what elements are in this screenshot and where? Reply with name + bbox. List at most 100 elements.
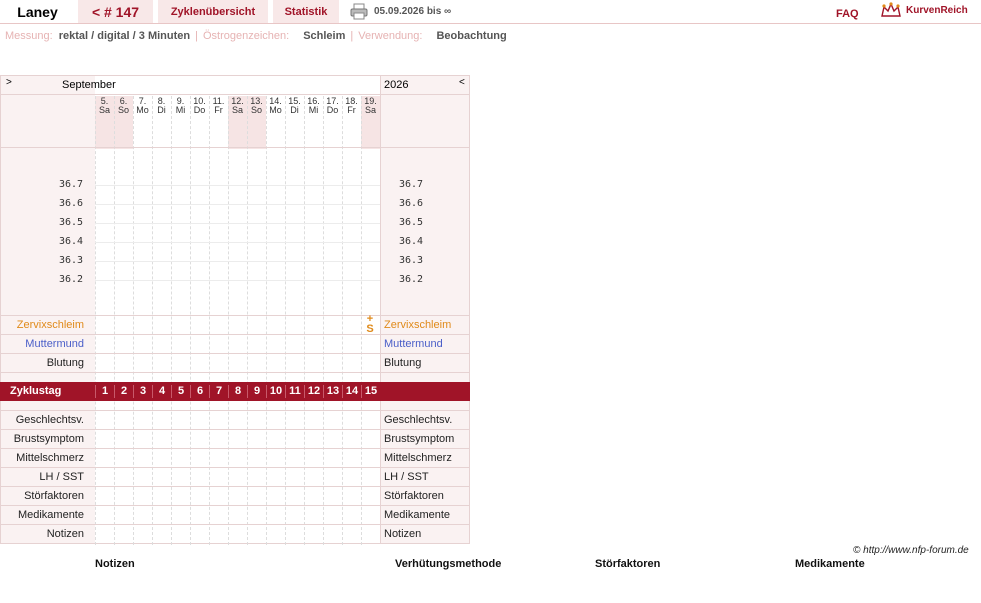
- messung-label: Messung:: [5, 30, 53, 42]
- day-weekday: Sa: [231, 105, 243, 115]
- cycle-day-number: 9: [247, 385, 266, 398]
- day-header[interactable]: 9. Mi: [171, 97, 190, 115]
- cycle-overview-tab[interactable]: Zyklenübersicht: [158, 0, 268, 23]
- verwendung-label: Verwendung:: [358, 30, 423, 42]
- day-divider: [342, 96, 343, 545]
- methode-heading: Verhütungsmethode: [395, 558, 502, 570]
- temp-label: 36.7: [399, 179, 424, 190]
- credit-text: © http://www.nfp-forum.de: [853, 545, 969, 556]
- day-header[interactable]: 10. Do: [190, 97, 209, 115]
- day-weekday: Do: [193, 105, 206, 115]
- day-divider: [171, 96, 172, 545]
- measurement-info: Messung: rektal / digital / 3 Minuten | Öst…: [5, 30, 507, 42]
- day-header[interactable]: 8. Di: [152, 97, 171, 115]
- notizen-heading: Notizen: [95, 558, 135, 570]
- cycle-chart: 5. Sa 6. So 7. Mo 8. Di 9. Mi 10. Do 11. Fr 12. Sa 13. So…: [0, 75, 470, 545]
- prev-month-arrow[interactable]: >: [6, 77, 12, 88]
- day-header[interactable]: 7. Mo: [133, 97, 152, 115]
- day-header[interactable]: 11. Fr: [209, 97, 228, 115]
- temp-label: 36.5: [399, 217, 424, 228]
- temp-label: 36.5: [59, 217, 84, 228]
- day-header[interactable]: 19. Sa: [361, 97, 380, 115]
- day-header[interactable]: 18. Fr: [342, 97, 361, 115]
- day-divider: [361, 96, 362, 545]
- temp-gridline: [95, 204, 380, 205]
- temp-label: 36.2: [399, 274, 424, 285]
- day-header[interactable]: 17. Do: [323, 97, 342, 115]
- muttermund-label-right: Muttermund: [384, 338, 443, 350]
- day-weekday: So: [250, 105, 262, 115]
- day-weekday: Do: [326, 105, 339, 115]
- row-label-right: Störfaktoren: [384, 490, 444, 502]
- day-divider: [190, 96, 191, 545]
- temp-label: 36.4: [59, 236, 84, 247]
- cycle-day-number: 5: [171, 385, 190, 398]
- date-range: 05.09.2026 bis ∞: [374, 6, 452, 17]
- day-header[interactable]: 13. So: [247, 97, 266, 115]
- day-header[interactable]: 6. So: [114, 97, 133, 115]
- day-weekday: Mi: [308, 105, 319, 115]
- next-month-arrow[interactable]: <: [459, 77, 465, 88]
- temp-gridline: [95, 280, 380, 281]
- separator: |: [350, 30, 354, 42]
- temp-gridline: [95, 242, 380, 243]
- day-divider: [304, 96, 305, 545]
- day-weekday: Mi: [175, 105, 186, 115]
- row-label-left: Störfaktoren: [24, 490, 84, 502]
- row-label-right: Medikamente: [384, 509, 451, 521]
- day-header[interactable]: 16. Mi: [304, 97, 323, 115]
- day-header[interactable]: 12. Sa: [228, 97, 247, 115]
- row-label-right: Brustsymptom: [384, 433, 455, 445]
- temp-label: 36.6: [59, 198, 84, 209]
- statistics-tab[interactable]: Statistik: [273, 0, 339, 23]
- day-weekday: Di: [290, 105, 299, 115]
- cervix-label-left: Zervixschleim: [16, 319, 84, 331]
- faq-link[interactable]: FAQ: [836, 8, 859, 20]
- row-label-right: Mittelschmerz: [384, 452, 452, 464]
- row-label-left: Brustsymptom: [13, 433, 84, 445]
- blutung-label-right: Blutung: [384, 357, 422, 369]
- day-divider: [95, 96, 96, 545]
- cycle-number-tab[interactable]: < # 147: [78, 0, 153, 23]
- cycle-day-number: 4: [152, 385, 171, 398]
- row-label-right: Geschlechtsv.: [384, 414, 453, 426]
- day-weekday: Mo: [269, 105, 282, 115]
- day-divider: [152, 96, 153, 545]
- temp-label: 36.2: [59, 274, 84, 285]
- mucus-s: S: [366, 323, 374, 335]
- day-header[interactable]: 15. Di: [285, 97, 304, 115]
- mucus-mark[interactable]: + S: [364, 314, 376, 335]
- cycle-day-number: 3: [133, 385, 152, 398]
- temp-label: 36.6: [399, 198, 424, 209]
- temp-label: 36.3: [59, 255, 84, 266]
- day-weekday: Fr: [214, 105, 223, 115]
- cycle-day-number: 6: [190, 385, 209, 398]
- day-header[interactable]: 5. Sa: [95, 97, 114, 115]
- temp-gridline: [95, 185, 380, 186]
- cycle-day-number: 11: [285, 385, 304, 398]
- user-name: Laney: [0, 0, 75, 23]
- day-divider: [323, 96, 324, 545]
- verwendung-value: Beobachtung: [436, 30, 507, 42]
- cycle-day-number: 15: [361, 385, 380, 398]
- day-grid: 5. Sa 6. So 7. Mo 8. Di 9. Mi 10. Do 11. Fr 12. Sa 13. So…: [95, 75, 380, 545]
- temp-label: 36.7: [59, 179, 84, 190]
- printer-icon[interactable]: [350, 3, 368, 20]
- temp-label: 36.4: [399, 236, 424, 247]
- day-weekday: Mo: [136, 105, 149, 115]
- temp-gridline: [95, 261, 380, 262]
- row-label-left: Medikamente: [17, 509, 84, 521]
- month-label: September: [62, 79, 116, 91]
- row-label-left: Mittelschmerz: [16, 452, 84, 464]
- row-label-left: LH / SST: [39, 471, 84, 483]
- day-header[interactable]: 14. Mo: [266, 97, 285, 115]
- stoerfaktoren-heading: Störfaktoren: [595, 558, 661, 570]
- day-divider: [209, 96, 210, 545]
- kurvenreich-logo[interactable]: KurvenReich: [880, 2, 968, 18]
- crown-icon: [881, 2, 901, 17]
- oestrogen-value: Schleim: [303, 30, 346, 42]
- day-divider: [285, 96, 286, 545]
- row-label-right: Notizen: [384, 528, 422, 540]
- top-bar: Laney < # 147 Zyklenübersicht Statistik …: [0, 0, 981, 24]
- cycle-day-number: 13: [323, 385, 342, 398]
